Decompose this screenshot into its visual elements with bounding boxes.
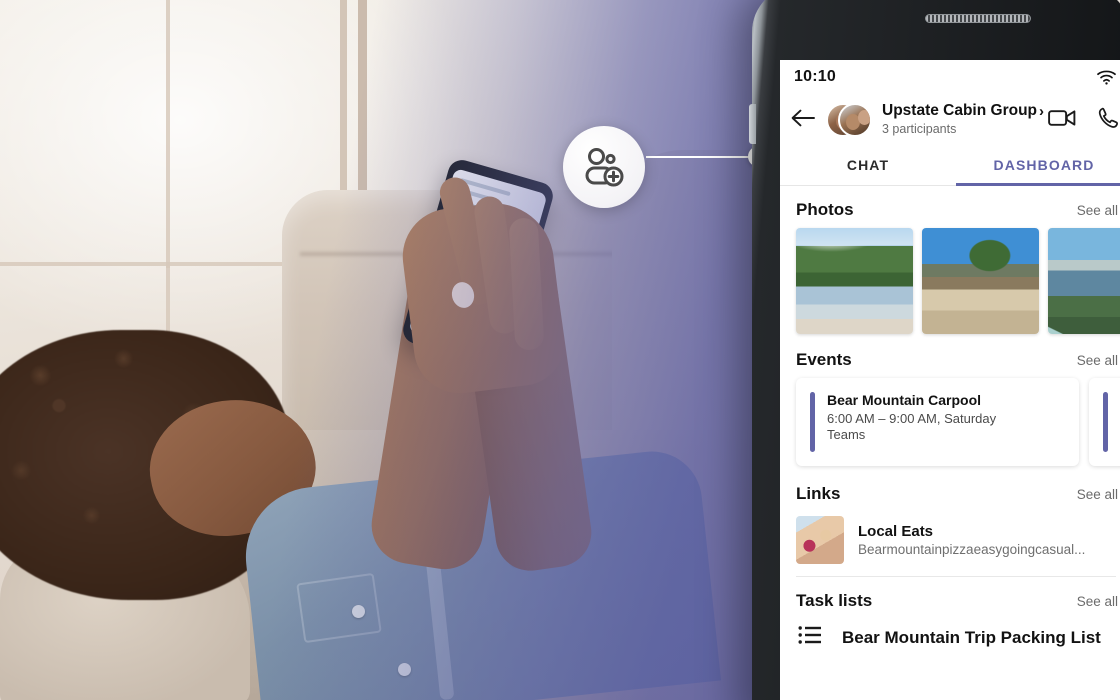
- phone-side-button[interactable]: [749, 104, 756, 144]
- window-pane-divider: [166, 0, 170, 268]
- group-avatar[interactable]: [826, 100, 872, 140]
- tab-chat[interactable]: CHAT: [780, 148, 956, 185]
- event-time: 6:00 AM – 9:00 AM, Saturday: [827, 411, 997, 426]
- see-all-events-link[interactable]: See all: [1077, 353, 1118, 368]
- denim-button: [352, 605, 365, 618]
- tab-dashboard[interactable]: DASHBOARD: [956, 148, 1120, 185]
- section-title: Task lists: [796, 591, 873, 610]
- phone-earpiece-speaker: [925, 14, 1031, 23]
- phone-screen: 10:10 Upstate Cabin Group › 3 participan…: [780, 60, 1120, 700]
- event-accent-bar: [1103, 392, 1108, 452]
- list-icon-wrapper: [798, 625, 822, 650]
- chat-title: Upstate Cabin Group: [882, 102, 1038, 119]
- video-call-button[interactable]: [1048, 108, 1076, 133]
- back-arrow-icon: [791, 109, 815, 126]
- section-title: Events: [796, 350, 852, 369]
- events-strip: Bear Mountain Carpool 6:00 AM – 9:00 AM,…: [780, 378, 1120, 470]
- wifi-icon: [1097, 70, 1116, 85]
- event-card[interactable]: Bear Mountain Carpool 6:00 AM – 9:00 AM,…: [796, 378, 1079, 466]
- see-all-links-link[interactable]: See all: [1077, 487, 1118, 502]
- link-title: Local Eats: [858, 523, 934, 540]
- photo-thumbnail[interactable]: [796, 228, 913, 334]
- audio-call-button[interactable]: [1098, 107, 1118, 134]
- audio-call-icon: [1098, 107, 1118, 128]
- video-call-icon: [1048, 109, 1076, 126]
- avatar: [838, 103, 872, 137]
- window-pane-divider: [0, 262, 300, 266]
- section-header-events: Events See all: [780, 336, 1120, 378]
- callout-badge-add-people[interactable]: [563, 126, 645, 208]
- see-all-task-lists-link[interactable]: See all: [1077, 594, 1118, 609]
- screenshot-stage: 10:10 Upstate Cabin Group › 3 participan…: [0, 0, 1120, 700]
- add-people-icon: [585, 148, 624, 187]
- photo-thumbnail[interactable]: [922, 228, 1039, 334]
- section-title: Links: [796, 484, 841, 503]
- callout-leader-line: [646, 156, 762, 158]
- link-item[interactable]: Local Eats Bearmountainpizzaeasygoingcas…: [780, 512, 1120, 576]
- task-list-item[interactable]: Bear Mountain Trip Packing List: [780, 619, 1120, 650]
- section-header-photos: Photos See all: [780, 186, 1120, 228]
- chat-title-block[interactable]: Upstate Cabin Group › 3 participants: [882, 102, 1044, 138]
- status-bar-time: 10:10: [794, 68, 836, 85]
- window-frame-edge: [340, 0, 347, 205]
- dashboard-panel: Photos See all Events See all Bear Mount…: [780, 186, 1120, 668]
- chat-header: Upstate Cabin Group › 3 participants: [780, 94, 1120, 148]
- event-title: Bear Mountain Carpool: [827, 392, 982, 408]
- see-all-photos-link[interactable]: See all: [1077, 203, 1118, 218]
- photos-strip: [780, 228, 1120, 336]
- status-bar-icons: [1097, 70, 1116, 85]
- chat-header-actions: [1048, 107, 1120, 134]
- participants-count: 3 participants: [882, 122, 957, 136]
- section-title: Photos: [796, 200, 854, 219]
- denim-button: [398, 663, 411, 676]
- tab-active-underline: [956, 182, 1120, 186]
- denim-pocket: [296, 572, 382, 644]
- chevron-right-icon: ›: [1039, 102, 1045, 120]
- task-list-title: Bear Mountain Trip Packing List: [842, 627, 1101, 647]
- event-accent-bar: [810, 392, 815, 452]
- status-bar: 10:10: [780, 60, 1120, 94]
- window-frame-edge: [358, 0, 367, 215]
- event-card[interactable]: D 6 T: [1089, 378, 1120, 466]
- photo-thumbnail[interactable]: [1048, 228, 1120, 334]
- chat-dashboard-tabs: CHAT DASHBOARD: [780, 148, 1120, 186]
- link-url: Bearmountainpizzaeasygoingcasual...: [858, 542, 1086, 557]
- link-thumbnail: [796, 516, 844, 564]
- event-source: Teams: [827, 427, 866, 442]
- list-icon: [798, 626, 821, 644]
- section-header-task-lists: Task lists See all: [780, 577, 1120, 619]
- section-header-links: Links See all: [780, 470, 1120, 512]
- back-button[interactable]: [790, 107, 816, 134]
